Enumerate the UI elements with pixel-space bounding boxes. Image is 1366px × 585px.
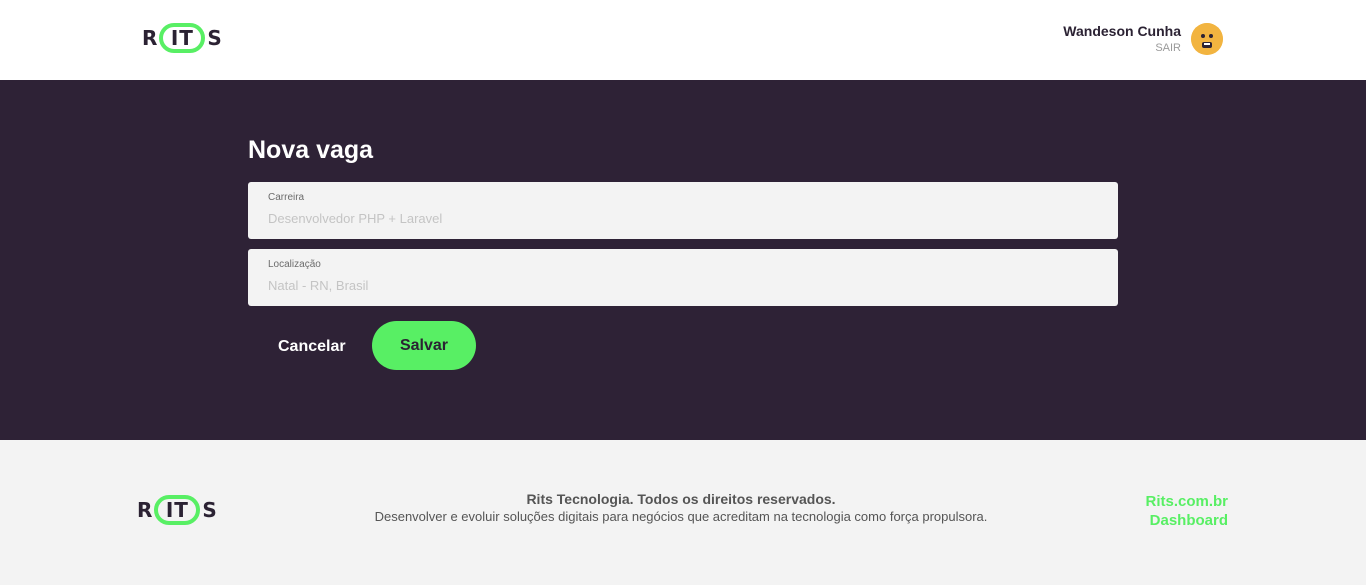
footer-links: Rits.com.br Dashboard bbox=[1140, 492, 1228, 530]
footer-rits-logo[interactable]: R IT S bbox=[137, 495, 217, 525]
user-menu: Wandeson Cunha SAIR bbox=[1063, 22, 1223, 56]
logo-letters-it: IT bbox=[170, 26, 194, 50]
footer-link-dashboard[interactable]: Dashboard bbox=[1140, 511, 1228, 530]
career-input[interactable] bbox=[268, 208, 1098, 228]
rits-logo[interactable]: R IT S bbox=[142, 23, 222, 53]
career-field[interactable]: Carreira bbox=[248, 182, 1118, 239]
new-job-section: Nova vaga Carreira Localização Cancelar … bbox=[0, 80, 1366, 440]
save-button[interactable]: Salvar bbox=[372, 321, 476, 370]
cancel-button[interactable]: Cancelar bbox=[278, 338, 346, 356]
footer: R IT S Rits Tecnologia. Todos os direito… bbox=[0, 440, 1366, 585]
page-title: Nova vaga bbox=[248, 136, 374, 164]
logo-letter-r: R bbox=[142, 26, 158, 50]
logo-letter-s: S bbox=[202, 498, 217, 522]
career-label: Carreira bbox=[268, 192, 305, 203]
logo-letter-s: S bbox=[207, 26, 222, 50]
tagline-text: Desenvolver e evoluir soluções digitais … bbox=[374, 509, 988, 524]
avatar[interactable] bbox=[1191, 23, 1223, 55]
location-input[interactable] bbox=[268, 275, 1098, 295]
location-field[interactable]: Localização bbox=[248, 249, 1118, 306]
copyright-text: Rits Tecnologia. Todos os direitos reser… bbox=[526, 491, 836, 507]
logo-letters-it: IT bbox=[165, 498, 189, 522]
top-header: R IT S Wandeson Cunha SAIR bbox=[0, 0, 1366, 80]
location-label: Localização bbox=[268, 259, 321, 270]
logo-ring: IT bbox=[154, 495, 201, 525]
user-name: Wandeson Cunha bbox=[1063, 23, 1181, 39]
avatar-face-icon bbox=[1191, 23, 1223, 55]
logo-letter-r: R bbox=[137, 498, 153, 522]
user-info: Wandeson Cunha SAIR bbox=[1063, 22, 1181, 56]
logout-link[interactable]: SAIR bbox=[1063, 40, 1181, 56]
footer-link-rits-site[interactable]: Rits.com.br bbox=[1140, 492, 1228, 511]
logo-ring: IT bbox=[159, 23, 206, 53]
footer-info: Rits Tecnologia. Todos os direitos reser… bbox=[340, 491, 1022, 526]
